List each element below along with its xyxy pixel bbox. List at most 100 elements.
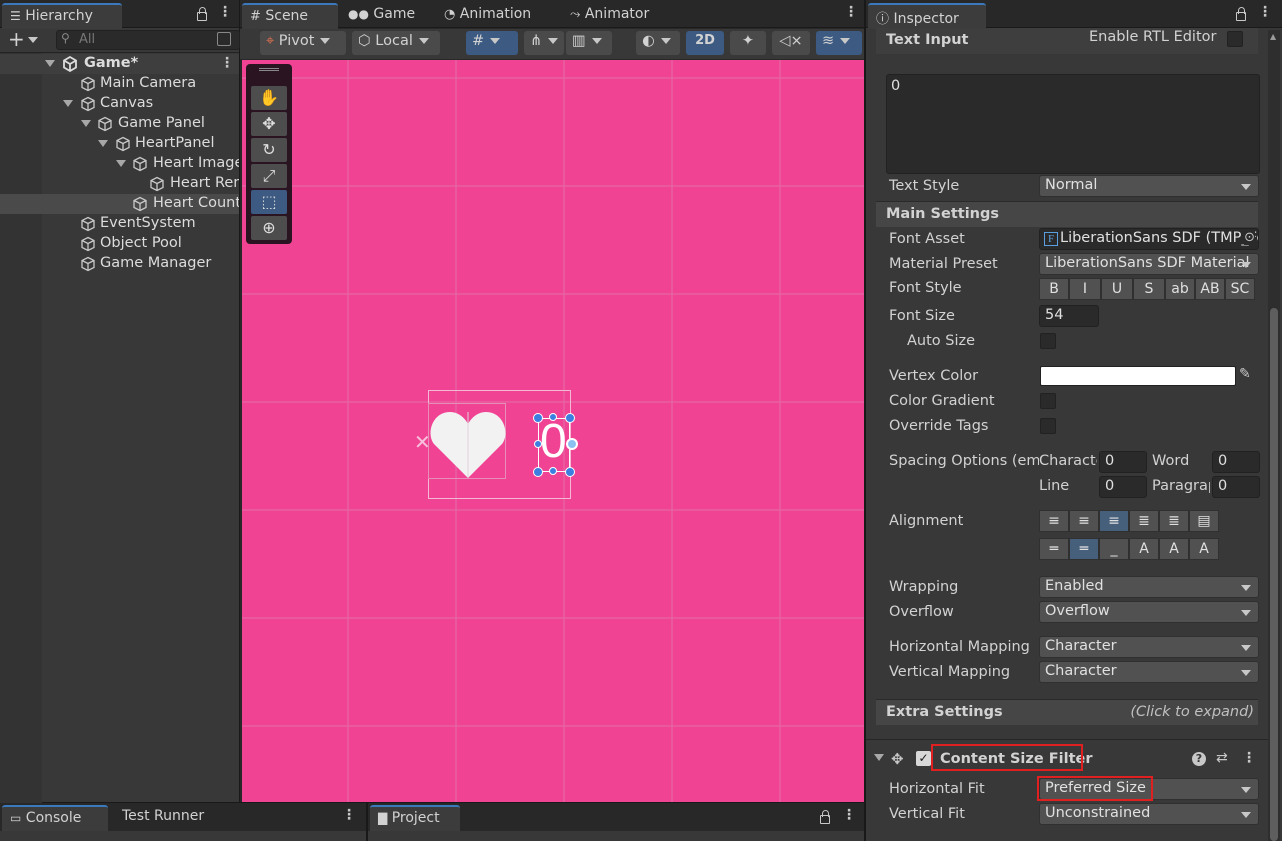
tab-project[interactable]: ▇ Project xyxy=(370,805,460,831)
hierarchy-item-canvas[interactable]: Canvas xyxy=(0,94,239,114)
resize-handle[interactable] xyxy=(533,413,543,423)
font-style-bold[interactable]: B xyxy=(1039,278,1069,300)
main-settings-header[interactable]: Main Settings xyxy=(876,201,1258,227)
increment-snap-toggle[interactable]: ⋔ xyxy=(524,31,564,55)
expand-arrow-icon[interactable] xyxy=(98,140,108,147)
search-filter-icon[interactable] xyxy=(217,32,231,46)
scroll-up-icon[interactable]: ▲ xyxy=(1270,32,1276,41)
scale-tool-button[interactable]: ⤢ xyxy=(251,164,287,188)
audio-toggle[interactable]: ◁× xyxy=(772,31,810,55)
more-menu-icon[interactable]: ⋮ xyxy=(218,4,232,20)
spacing-paragraph-field[interactable]: 0 xyxy=(1212,476,1260,498)
move-tool-button[interactable]: ✥ xyxy=(251,112,287,136)
font-asset-field[interactable]: F LiberationSans SDF (TMP_FontAsset) ⊙ xyxy=(1039,228,1259,250)
ruler-toggle[interactable]: ▥ xyxy=(566,31,612,55)
font-style-italic[interactable]: I xyxy=(1069,278,1101,300)
align-bottom-icon[interactable]: _ xyxy=(1099,538,1129,560)
transform-tool-button[interactable]: ⊕ xyxy=(251,216,287,240)
help-icon[interactable]: ? xyxy=(1192,752,1206,766)
rect-tool-button[interactable]: ⬚ xyxy=(251,190,287,214)
object-picker-icon[interactable]: ⊙ xyxy=(1244,230,1255,245)
expand-arrow-icon[interactable] xyxy=(45,60,55,67)
vertex-color-swatch[interactable] xyxy=(1040,366,1236,386)
font-style-underline[interactable]: U xyxy=(1101,278,1133,300)
mode-2d-toggle[interactable]: 2D xyxy=(686,31,724,55)
hierarchy-item-game-manager[interactable]: Game Manager xyxy=(0,254,239,274)
expand-arrow-icon[interactable] xyxy=(116,160,126,167)
resize-handle[interactable] xyxy=(565,467,575,477)
tab-scene[interactable]: # Scene xyxy=(242,3,338,29)
scene-row[interactable]: Game* ⋮ xyxy=(0,54,239,74)
pivot-dropdown[interactable]: ⌖ Pivot xyxy=(260,31,346,55)
resize-handle[interactable] xyxy=(549,467,557,475)
font-style-strikethrough[interactable]: S xyxy=(1133,278,1165,300)
layers-dropdown[interactable]: ≋ xyxy=(816,31,862,55)
scrollbar-thumb[interactable] xyxy=(1270,308,1278,841)
lock-icon[interactable] xyxy=(197,7,207,21)
hierarchy-search[interactable]: ⚲ All xyxy=(56,30,240,50)
material-preset-dropdown[interactable]: LiberationSans SDF Material xyxy=(1039,253,1259,275)
chevron-down-icon[interactable] xyxy=(28,37,38,43)
font-style-lowercase[interactable]: ab xyxy=(1165,278,1195,300)
pivot-handle[interactable] xyxy=(566,438,578,450)
vertical-mapping-dropdown[interactable]: Character xyxy=(1039,661,1259,683)
tab-hierarchy[interactable]: ☰ Hierarchy xyxy=(2,3,122,29)
font-style-uppercase[interactable]: AB xyxy=(1195,278,1225,300)
overflow-dropdown[interactable]: Overflow xyxy=(1039,601,1259,623)
expand-arrow-icon[interactable] xyxy=(63,100,73,107)
override-tags-checkbox[interactable] xyxy=(1040,418,1056,434)
color-gradient-checkbox[interactable] xyxy=(1040,393,1056,409)
auto-size-checkbox[interactable] xyxy=(1040,333,1056,349)
align-middle-icon[interactable]: ═ xyxy=(1069,538,1099,560)
hierarchy-item-heart-panel[interactable]: HeartPanel xyxy=(0,134,239,154)
resize-handle[interactable] xyxy=(533,467,543,477)
spacing-word-field[interactable]: 0 xyxy=(1212,451,1260,473)
hand-tool-button[interactable]: ✋ xyxy=(251,86,287,110)
vertical-fit-dropdown[interactable]: Unconstrained xyxy=(1039,803,1259,825)
hierarchy-item-heart-renderer[interactable]: Heart Renderer xyxy=(0,174,239,194)
hierarchy-item-heart-counter[interactable]: Heart Counter xyxy=(0,194,239,214)
align-top-icon[interactable]: ═ xyxy=(1039,538,1069,560)
spacing-character-field[interactable]: 0 xyxy=(1099,451,1147,473)
hierarchy-item-heart-image[interactable]: Heart Image xyxy=(0,154,239,174)
lighting-toggle[interactable]: ✦ xyxy=(730,31,766,55)
grid-snap-toggle[interactable]: # xyxy=(466,31,518,55)
align-baseline-icon[interactable]: A xyxy=(1129,538,1159,560)
rotate-tool-button[interactable]: ↻ xyxy=(251,138,287,162)
font-style-smallcaps[interactable]: SC xyxy=(1225,278,1255,300)
inspector-scrollbar[interactable]: ▲ xyxy=(1268,30,1280,841)
align-flush-icon[interactable]: ≣ xyxy=(1159,510,1189,532)
align-geometry-icon[interactable]: ▤ xyxy=(1189,510,1219,532)
hierarchy-item-object-pool[interactable]: Object Pool xyxy=(0,234,239,254)
lock-icon[interactable] xyxy=(1236,7,1246,21)
tab-test-runner[interactable]: Test Runner xyxy=(114,805,212,831)
component-expand-arrow-icon[interactable] xyxy=(874,754,884,761)
tab-animator[interactable]: ⤳ Animator xyxy=(562,3,657,29)
hierarchy-item-event-system[interactable]: EventSystem xyxy=(0,214,239,234)
lock-icon[interactable] xyxy=(820,810,830,824)
align-justify-icon[interactable]: ≣ xyxy=(1129,510,1159,532)
local-dropdown[interactable]: ⬡ Local xyxy=(352,31,440,55)
more-menu-icon[interactable]: ⋮ xyxy=(1258,4,1272,20)
add-icon[interactable]: + xyxy=(8,29,25,49)
scene-viewport[interactable]: ✕ 0 ✋ ✥ ↻ ⤢ ⬚ ⊕ xyxy=(242,60,864,802)
scene-menu-icon[interactable]: ⋮ xyxy=(220,55,234,71)
resize-handle[interactable] xyxy=(565,413,575,423)
align-right-icon[interactable]: ≡ xyxy=(1099,510,1129,532)
resize-handle[interactable] xyxy=(534,440,542,448)
text-input-area[interactable]: 0 xyxy=(886,74,1260,174)
resize-handle[interactable] xyxy=(549,413,557,421)
scene-menu-icon[interactable]: ⋮ xyxy=(844,4,858,20)
text-style-dropdown[interactable]: Normal xyxy=(1039,175,1259,197)
preset-icon[interactable]: ⇄ xyxy=(1216,750,1228,766)
align-midline-icon[interactable]: A xyxy=(1159,538,1189,560)
hierarchy-item-game-panel[interactable]: Game Panel xyxy=(0,114,239,134)
component-enabled-checkbox[interactable]: ✓ xyxy=(916,751,931,766)
console-menu-icon[interactable]: ⋮ xyxy=(342,807,356,823)
wrapping-dropdown[interactable]: Enabled xyxy=(1039,576,1259,598)
align-left-icon[interactable]: ≡ xyxy=(1039,510,1069,532)
drag-handle-icon[interactable] xyxy=(259,68,279,71)
expand-arrow-icon[interactable] xyxy=(81,120,91,127)
font-size-field[interactable]: 54 xyxy=(1039,305,1099,327)
horizontal-mapping-dropdown[interactable]: Character xyxy=(1039,636,1259,658)
